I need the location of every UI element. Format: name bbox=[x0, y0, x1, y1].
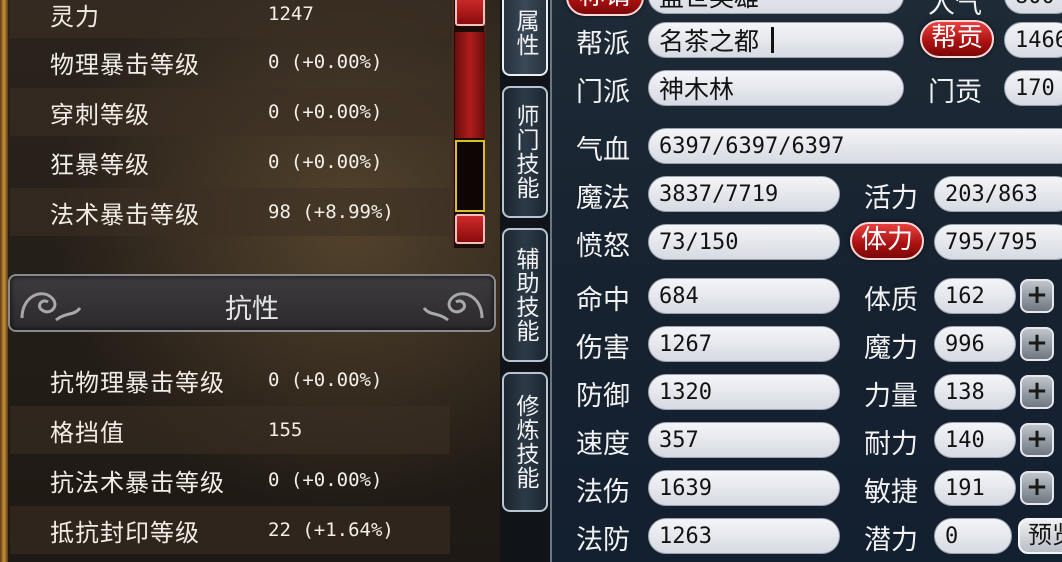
attr-value: 140 bbox=[934, 422, 1016, 458]
stat-label: 狂暴等级 bbox=[50, 150, 150, 179]
scroll-down-button[interactable] bbox=[455, 214, 485, 244]
gang-label: 帮派 bbox=[576, 29, 630, 60]
attr-label: 法伤 bbox=[576, 477, 630, 508]
stats-scrollbar[interactable] bbox=[452, 0, 486, 248]
attr-value: 996 bbox=[934, 326, 1016, 362]
stat-label: 抵抗封印等级 bbox=[50, 518, 200, 547]
add-point-button[interactable]: + bbox=[1020, 423, 1054, 457]
scroll-thumb[interactable] bbox=[455, 140, 485, 212]
vitality-label: 活力 bbox=[864, 183, 918, 214]
add-point-button[interactable]: + bbox=[1020, 327, 1054, 361]
panel-tab-strip: 属性 师门技能 辅助技能 修炼技能 bbox=[500, 0, 550, 562]
stat-label: 抗法术暴击等级 bbox=[50, 468, 225, 497]
attr-label: 伤害 bbox=[576, 333, 630, 364]
popularity-label: 人气 bbox=[928, 0, 982, 20]
attr-label: 力量 bbox=[864, 381, 918, 412]
stat-label: 灵力 bbox=[50, 2, 100, 31]
stat-row-resist-seal: 抵抗封印等级 22 (+1.64%) bbox=[10, 506, 450, 554]
stat-label: 抗物理暴击等级 bbox=[50, 368, 225, 397]
attr-value: 138 bbox=[934, 374, 1016, 410]
stat-row-frenzy: 狂暴等级 0 (+0.00%) bbox=[10, 138, 450, 186]
title-button[interactable]: 称谓 bbox=[566, 0, 644, 16]
title-field: 盖世英雄 bbox=[648, 0, 904, 14]
stat-value: 98 (+8.99%) bbox=[268, 201, 394, 223]
attr-value: 357 bbox=[648, 422, 840, 458]
attr-value: 1267 bbox=[648, 326, 840, 362]
mp-value: 3837/7719 bbox=[648, 176, 840, 212]
panel-frame-border bbox=[0, 0, 8, 562]
gang-contribution-value: 1466 bbox=[1004, 22, 1062, 58]
stat-label: 格挡值 bbox=[50, 418, 125, 447]
tab-attributes[interactable]: 属性 bbox=[502, 0, 548, 76]
attr-label: 敏捷 bbox=[864, 477, 918, 508]
mp-label: 魔法 bbox=[576, 183, 630, 214]
preview-button[interactable]: 预览 bbox=[1018, 518, 1062, 554]
stat-row-resist-spell-crit: 抗法术暴击等级 0 (+0.00%) bbox=[10, 456, 450, 504]
stat-value: 0 (+0.00%) bbox=[268, 51, 383, 73]
stat-label: 穿刺等级 bbox=[50, 100, 150, 129]
character-attributes-panel: 称谓 盖世英雄 人气 800 帮派 名茶之都 帮贡 1466 门派 神木林 门贡… bbox=[550, 0, 1062, 562]
gang-field: 名茶之都 bbox=[648, 22, 904, 58]
attr-label: 魔力 bbox=[864, 333, 918, 364]
stat-label: 法术暴击等级 bbox=[50, 200, 200, 229]
tab-sect-skills[interactable]: 师门技能 bbox=[502, 86, 548, 218]
hp-label: 气血 bbox=[576, 135, 630, 166]
popularity-value: 800 bbox=[1004, 0, 1062, 14]
add-point-button[interactable]: + bbox=[1020, 471, 1054, 505]
stat-value: 1247 bbox=[268, 3, 314, 25]
attr-label: 防御 bbox=[576, 381, 630, 412]
attr-value: 162 bbox=[934, 278, 1016, 314]
attr-label: 命中 bbox=[576, 285, 630, 316]
attr-value: 1639 bbox=[648, 470, 840, 506]
stat-value: 0 (+0.00%) bbox=[268, 469, 383, 491]
sect-contribution-value: 170 bbox=[1004, 70, 1062, 106]
stamina-button[interactable]: 体力 bbox=[850, 222, 924, 260]
attr-label: 潜力 bbox=[864, 525, 918, 556]
tab-support-skills[interactable]: 辅助技能 bbox=[502, 228, 548, 362]
attr-value: 191 bbox=[934, 470, 1016, 506]
vitality-value: 203/863 bbox=[934, 176, 1062, 212]
attribute-detail-panel: 灵力 1247 物理暴击等级 0 (+0.00%) 穿刺等级 0 (+0.00%… bbox=[0, 0, 500, 562]
resist-section-header: 抗性 bbox=[8, 274, 496, 332]
gang-name: 名茶之都 bbox=[659, 27, 760, 56]
attr-label: 法防 bbox=[576, 525, 630, 556]
stat-row-physical-crit: 物理暴击等级 0 (+0.00%) bbox=[10, 38, 450, 86]
stat-value: 0 (+0.00%) bbox=[268, 101, 383, 123]
stamina-value: 795/795 bbox=[934, 224, 1062, 260]
rage-label: 愤怒 bbox=[576, 231, 630, 262]
stat-value: 0 (+0.00%) bbox=[268, 151, 383, 173]
attr-label: 体质 bbox=[864, 285, 918, 316]
hp-value: 6397/6397/6397 bbox=[648, 128, 1062, 164]
sect-label: 门派 bbox=[576, 77, 630, 108]
scroll-ornament-icon bbox=[422, 292, 484, 322]
attr-value: 1320 bbox=[648, 374, 840, 410]
add-point-button[interactable]: + bbox=[1020, 279, 1054, 313]
stat-value: 22 (+1.64%) bbox=[268, 519, 394, 541]
stat-row-resist-physical-crit: 抗物理暴击等级 0 (+0.00%) bbox=[10, 356, 450, 404]
gang-contribution-button[interactable]: 帮贡 bbox=[920, 20, 994, 58]
attr-label: 耐力 bbox=[864, 429, 918, 460]
text-cursor bbox=[771, 27, 775, 53]
stat-row-lingli: 灵力 1247 bbox=[10, 0, 450, 38]
add-point-button[interactable]: + bbox=[1020, 375, 1054, 409]
stat-row-pierce: 穿刺等级 0 (+0.00%) bbox=[10, 88, 450, 136]
stat-value: 0 (+0.00%) bbox=[268, 369, 383, 391]
sect-field: 神木林 bbox=[648, 70, 904, 106]
stat-value: 155 bbox=[268, 419, 303, 441]
scroll-track[interactable] bbox=[455, 32, 485, 138]
stat-label: 物理暴击等级 bbox=[50, 50, 200, 79]
attr-label: 速度 bbox=[576, 429, 630, 460]
scroll-up-button[interactable] bbox=[455, 0, 485, 26]
sect-contribution-label: 门贡 bbox=[928, 77, 982, 108]
attr-value: 0 bbox=[934, 518, 1012, 554]
tab-cultivation-skills[interactable]: 修炼技能 bbox=[502, 372, 548, 512]
stat-row-spell-crit: 法术暴击等级 98 (+8.99%) bbox=[10, 188, 450, 236]
attr-value: 1263 bbox=[648, 518, 840, 554]
attr-value: 684 bbox=[648, 278, 840, 314]
stat-row-block: 格挡值 155 bbox=[10, 406, 450, 454]
rage-value: 73/150 bbox=[648, 224, 840, 260]
